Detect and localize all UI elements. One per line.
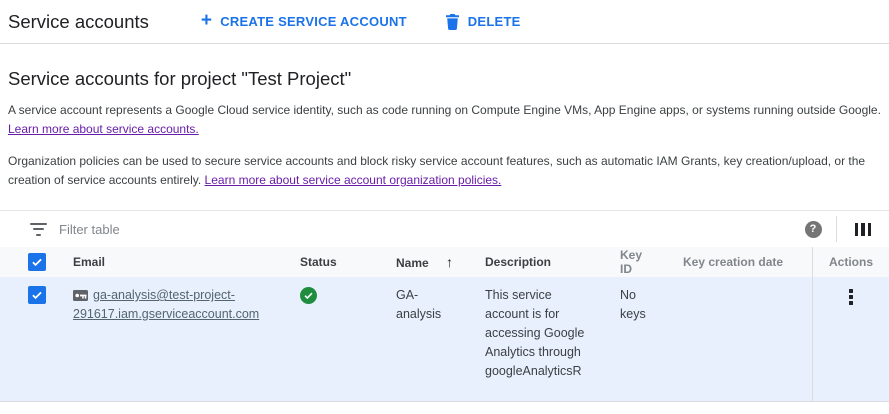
row-select-cell <box>0 277 60 304</box>
learn-more-org-policies-link[interactable]: Learn more about service account organiz… <box>205 173 502 187</box>
column-header-email[interactable]: Email <box>60 255 288 269</box>
key-creation-date-cell <box>672 277 812 286</box>
page-title: Service accounts <box>8 11 149 33</box>
filter-table-input[interactable] <box>59 222 805 237</box>
help-glyph: ? <box>810 223 817 235</box>
create-service-account-label: CREATE SERVICE ACCOUNT <box>220 14 407 29</box>
content-area: Service accounts for project "Test Proje… <box>0 67 889 190</box>
table-header-row: Email Status Name ↑ Description Key ID K… <box>0 247 889 277</box>
status-active-icon <box>300 287 317 304</box>
toolbar: Service accounts + CREATE SERVICE ACCOUN… <box>0 0 889 44</box>
status-cell <box>288 277 383 304</box>
create-service-account-button[interactable]: + CREATE SERVICE ACCOUNT <box>201 12 407 31</box>
description-cell: This service account is for accessing Go… <box>472 277 608 381</box>
trash-icon <box>445 14 460 30</box>
learn-more-service-accounts-link[interactable]: Learn more about service accounts. <box>8 122 199 136</box>
intro-paragraph: A service account represents a Google Cl… <box>8 101 881 139</box>
service-account-icon <box>73 290 88 304</box>
column-header-key-creation-date[interactable]: Key creation date <box>672 255 812 269</box>
help-icon[interactable]: ? <box>805 221 822 238</box>
filter-bar: ? <box>0 210 889 247</box>
delete-label: DELETE <box>468 14 521 29</box>
sort-ascending-icon: ↑ <box>446 254 453 270</box>
column-header-status[interactable]: Status <box>288 255 383 269</box>
intro-text: A service account represents a Google Cl… <box>8 103 881 117</box>
table-row: ga-analysis@test-project-291617.iam.gser… <box>0 277 889 402</box>
section-heading: Service accounts for project "Test Proje… <box>8 67 881 90</box>
key-id-cell: No keys <box>608 277 672 324</box>
column-header-key-id[interactable]: Key ID <box>608 248 672 276</box>
actions-cell <box>812 277 889 401</box>
column-header-name-label: Name <box>396 256 429 270</box>
email-cell: ga-analysis@test-project-291617.iam.gser… <box>60 277 288 324</box>
delete-button[interactable]: DELETE <box>445 14 521 30</box>
column-header-actions: Actions <box>812 247 889 277</box>
select-all-checkbox[interactable] <box>28 253 46 271</box>
column-display-options-icon[interactable] <box>853 221 874 238</box>
row-checkbox[interactable] <box>28 286 46 304</box>
row-actions-menu-icon[interactable] <box>843 285 859 309</box>
column-header-description[interactable]: Description <box>472 255 608 269</box>
name-cell: GA-analysis <box>383 277 472 324</box>
service-account-email-link[interactable]: ga-analysis@test-project-291617.iam.gser… <box>73 288 259 321</box>
filter-icon[interactable] <box>30 223 47 236</box>
filter-bar-divider <box>836 216 837 242</box>
plus-icon: + <box>201 11 212 30</box>
org-policies-paragraph: Organization policies can be used to sec… <box>8 152 881 190</box>
select-all-cell <box>0 253 60 271</box>
column-header-name[interactable]: Name ↑ <box>383 254 472 270</box>
